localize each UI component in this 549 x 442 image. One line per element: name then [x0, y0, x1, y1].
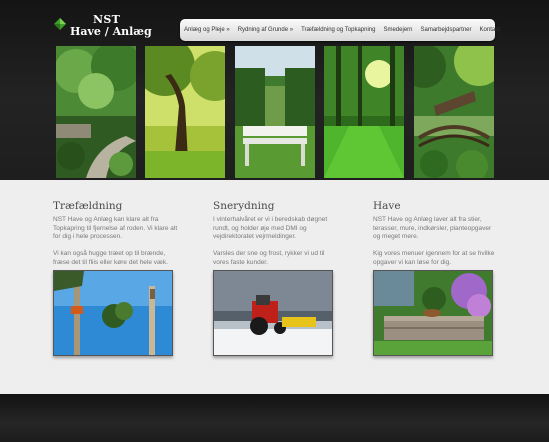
section-title: Træfældning: [53, 200, 123, 212]
leaf-icon: [54, 18, 66, 30]
section-title: Have: [373, 200, 401, 212]
garden-banner: [56, 46, 494, 178]
banner-photo-bridge: [414, 46, 494, 178]
section-text: Varsles der sne og frost, rykker vi ud t…: [213, 250, 325, 266]
garden-wall-photo[interactable]: [373, 270, 493, 356]
snow-clearing-photo[interactable]: [213, 270, 333, 356]
banner-photo-sunlit-tree: [145, 46, 225, 178]
banner-photo-garden-path: [56, 46, 136, 178]
nav-item-traefaeldning[interactable]: Træfældning og Topkapning: [297, 27, 379, 33]
section-text: Kig vores menuer igennem for at se hvilk…: [373, 250, 495, 266]
section-text: Vi kan også hugge træet op til brænde, f…: [53, 250, 168, 266]
section-text: I vinterhalvåret er vi i beredskab døgne…: [213, 216, 328, 241]
section-text: NST Have og Anlæg kan klare alt fra Topk…: [53, 216, 178, 241]
nav-item-samarbejdspartner[interactable]: Samarbejdspartner: [416, 27, 475, 33]
nav-item-smedejern[interactable]: Smedejern: [379, 27, 416, 33]
logo-text-have-anlaeg: Have / Anlæg: [70, 25, 152, 38]
banner-photo-lawn: [324, 46, 404, 178]
section-text: NST Have og Anlæg laver alt fra stier, t…: [373, 216, 492, 241]
header: NST Have / Anlæg Anlæg og Pleje » Rydnin…: [0, 0, 549, 180]
tree-felling-photo[interactable]: [53, 270, 173, 356]
main-nav: Anlæg og Pleje » Rydning af Grunde » Træ…: [180, 19, 500, 41]
footer: [0, 394, 549, 442]
content-area: Træfældning NST Have og Anlæg kan klare …: [0, 180, 549, 394]
nav-item-anlaeg-og-pleje[interactable]: Anlæg og Pleje »: [180, 27, 234, 33]
banner-photo-bench: [235, 46, 315, 178]
nav-item-rydning-af-grunde[interactable]: Rydning af Grunde »: [234, 27, 297, 33]
logo[interactable]: NST Have / Anlæg: [53, 13, 163, 43]
section-title: Snerydning: [213, 200, 275, 212]
nav-item-kontakt[interactable]: Kontakt: [476, 27, 504, 33]
